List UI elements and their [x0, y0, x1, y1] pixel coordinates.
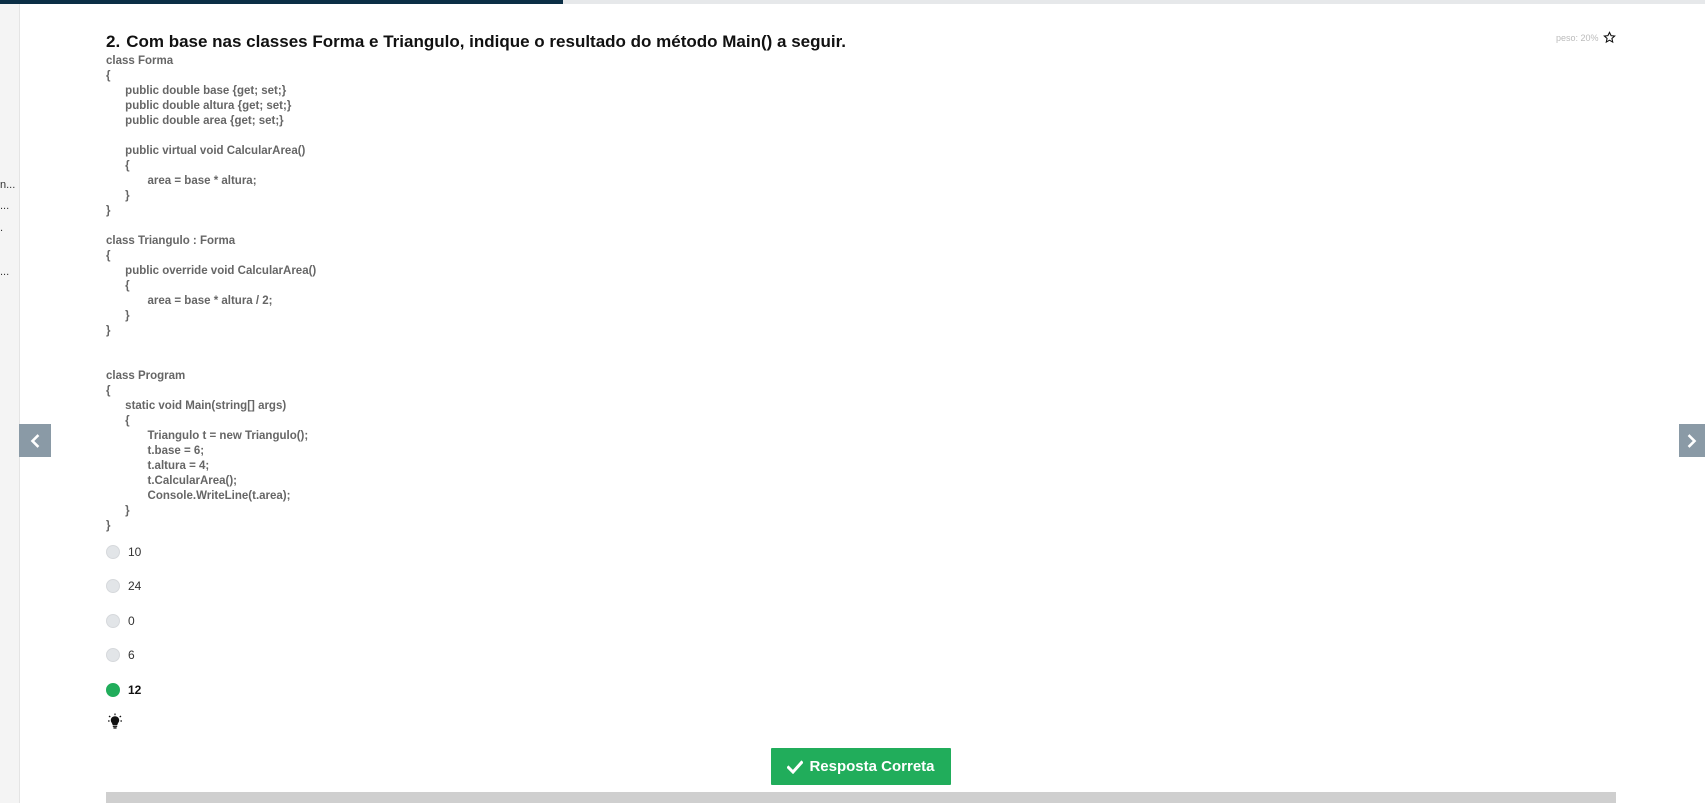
option-label: 6 — [128, 648, 135, 662]
radio-button[interactable] — [106, 614, 120, 628]
next-question-button[interactable] — [1679, 424, 1705, 457]
sidebar-item[interactable]: ... — [0, 266, 9, 278]
weight-label: peso: 20% — [1556, 32, 1599, 43]
code-line: class Forma — [106, 55, 174, 67]
answer-button-label: Resposta Correta — [809, 758, 935, 775]
code-line: } — [106, 325, 111, 337]
code-line: { — [106, 415, 130, 427]
code-line: } — [106, 505, 130, 517]
code-line: Triangulo t = new Triangulo(); — [106, 430, 309, 442]
code-line: { — [106, 385, 111, 397]
chevron-right-icon — [1687, 433, 1697, 448]
code-line: } — [106, 310, 130, 322]
code-line: { — [106, 280, 130, 292]
code-line: public double base {get; set;} — [106, 85, 287, 97]
option-label: 0 — [128, 614, 135, 628]
option-label: 10 — [128, 545, 142, 559]
answer-option[interactable]: 12 — [106, 683, 141, 697]
code-line: public virtual void CalcularArea() — [106, 145, 306, 157]
answer-option[interactable]: 24 — [106, 579, 141, 593]
question-weight: peso: 20% — [1556, 31, 1616, 44]
code-line: { — [106, 70, 111, 82]
code-line: t.altura = 4; — [106, 460, 210, 472]
code-snippet: class Forma { public double base {get; se… — [106, 54, 316, 534]
answer-option[interactable]: 0 — [106, 614, 135, 628]
code-line: area = base * altura / 2; — [106, 295, 273, 307]
lightbulb-icon[interactable] — [108, 713, 122, 730]
sidebar-item[interactable]: . — [0, 222, 3, 234]
radio-button[interactable] — [106, 683, 120, 697]
feedback-panel — [106, 792, 1616, 803]
left-sidebar: n... ... . ... — [0, 4, 20, 803]
radio-button[interactable] — [106, 648, 120, 662]
code-line: t.base = 6; — [106, 445, 205, 457]
sidebar-item[interactable]: n... — [0, 179, 15, 191]
code-line: { — [106, 250, 111, 262]
code-line: public double area {get; set;} — [106, 115, 284, 127]
code-line: Console.WriteLine(t.area); — [106, 490, 291, 502]
chevron-left-icon — [30, 433, 40, 448]
correct-answer-button[interactable]: Resposta Correta — [771, 748, 951, 785]
code-line: area = base * altura; — [106, 175, 257, 187]
code-line: } — [106, 190, 130, 202]
code-line: t.CalcularArea(); — [106, 475, 238, 487]
code-line: } — [106, 520, 111, 532]
sidebar-item[interactable]: ... — [0, 200, 9, 212]
question-number: 2. — [106, 32, 121, 51]
answer-option[interactable]: 6 — [106, 648, 135, 662]
code-line: } — [106, 205, 111, 217]
code-line: class Program — [106, 370, 186, 382]
answer-option[interactable]: 10 — [106, 545, 141, 559]
code-line: public override void CalcularArea() — [106, 265, 317, 277]
code-line: static void Main(string[] args) — [106, 400, 287, 412]
previous-question-button[interactable] — [19, 424, 51, 457]
code-line: class Triangulo : Forma — [106, 235, 236, 247]
progress-bar — [0, 0, 1705, 4]
option-label: 12 — [128, 683, 142, 697]
radio-button[interactable] — [106, 579, 120, 593]
question-heading: 2. Com base nas classes Forma e Triangulo… — [106, 32, 846, 52]
option-label: 24 — [128, 579, 142, 593]
code-line: { — [106, 160, 130, 172]
code-line: public double altura {get; set;} — [106, 100, 292, 112]
star-outline-icon[interactable] — [1602, 31, 1616, 44]
check-icon — [787, 759, 804, 774]
question-title: Com base nas classes Forma e Triangulo, … — [126, 32, 847, 51]
progress-bar-fill — [0, 0, 563, 4]
radio-button[interactable] — [106, 545, 120, 559]
